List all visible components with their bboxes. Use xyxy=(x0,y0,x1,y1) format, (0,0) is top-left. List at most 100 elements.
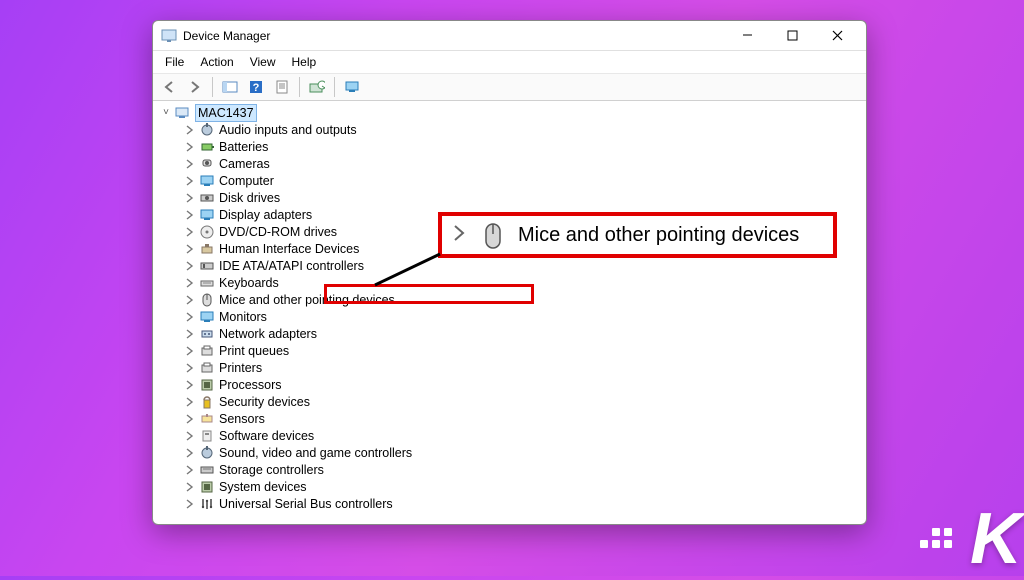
tree-item-label: DVD/CD-ROM drives xyxy=(219,224,337,240)
tree-item[interactable]: Storage controllers xyxy=(183,462,860,478)
help-button[interactable]: ? xyxy=(244,76,268,98)
tree-item-label: Print queues xyxy=(219,343,289,359)
tree-item-label: Mice and other pointing devices xyxy=(219,292,395,308)
menu-file[interactable]: File xyxy=(157,53,192,71)
tree-item-label: Sensors xyxy=(219,411,265,427)
device-icon xyxy=(199,360,215,376)
chevron-right-icon[interactable] xyxy=(183,242,197,256)
chevron-right-icon[interactable] xyxy=(183,191,197,205)
tree-item[interactable]: Software devices xyxy=(183,428,860,444)
tree-item[interactable]: Universal Serial Bus controllers xyxy=(183,496,860,512)
scan-hardware-button[interactable] xyxy=(305,76,329,98)
chevron-right-icon[interactable] xyxy=(183,157,197,171)
tree-item[interactable]: Network adapters xyxy=(183,326,860,342)
tree-item-label: Batteries xyxy=(219,139,268,155)
device-icon xyxy=(199,428,215,444)
chevron-right-icon[interactable] xyxy=(183,378,197,392)
tree-item[interactable]: Keyboards xyxy=(183,275,860,291)
tree-item[interactable]: Security devices xyxy=(183,394,860,410)
chevron-right-icon[interactable] xyxy=(183,446,197,460)
tree-item-label: Keyboards xyxy=(219,275,279,291)
forward-button[interactable] xyxy=(183,76,207,98)
chevron-right-icon[interactable] xyxy=(183,497,197,511)
tree-item[interactable]: Computer xyxy=(183,173,860,189)
tree-item[interactable]: Monitors xyxy=(183,309,860,325)
device-icon xyxy=(199,122,215,138)
device-icon xyxy=(199,224,215,240)
tree-item[interactable]: Cameras xyxy=(183,156,860,172)
tree-item[interactable]: Sound, video and game controllers xyxy=(183,445,860,461)
titlebar: Device Manager xyxy=(153,21,866,51)
menu-help[interactable]: Help xyxy=(284,53,325,71)
tree-item-label: Human Interface Devices xyxy=(219,241,359,257)
tree-item-label: Cameras xyxy=(219,156,270,172)
chevron-right-icon[interactable] xyxy=(183,327,197,341)
chevron-right-icon[interactable] xyxy=(183,293,197,307)
chevron-right-icon[interactable] xyxy=(183,123,197,137)
chevron-right-icon[interactable] xyxy=(183,395,197,409)
maximize-button[interactable] xyxy=(770,22,815,50)
device-manager-window: Device Manager File Action View Help ? ˅… xyxy=(152,20,867,525)
chevron-right-icon xyxy=(452,224,466,247)
chevron-right-icon[interactable] xyxy=(183,429,197,443)
chevron-right-icon[interactable] xyxy=(183,310,197,324)
device-icon xyxy=(199,394,215,410)
devices-and-printers-button[interactable] xyxy=(340,76,364,98)
chevron-right-icon[interactable] xyxy=(183,361,197,375)
tree-item[interactable]: Printers xyxy=(183,360,860,376)
device-icon xyxy=(199,190,215,206)
tree-item[interactable]: Batteries xyxy=(183,139,860,155)
tree-item[interactable]: Mice and other pointing devices xyxy=(183,292,860,308)
root-label: MAC1437 xyxy=(195,104,257,122)
callout-label: Mice and other pointing devices xyxy=(518,224,799,247)
device-icon xyxy=(199,462,215,478)
watermark-logo: K xyxy=(970,498,1018,580)
computer-icon xyxy=(175,105,191,121)
device-icon xyxy=(199,326,215,342)
menu-view[interactable]: View xyxy=(242,53,284,71)
device-icon xyxy=(199,156,215,172)
app-icon xyxy=(161,28,177,44)
device-icon xyxy=(199,139,215,155)
tree-item-label: Monitors xyxy=(219,309,267,325)
tree-item[interactable]: Sensors xyxy=(183,411,860,427)
tree-item-label: Network adapters xyxy=(219,326,317,342)
tree-item-label: Security devices xyxy=(219,394,310,410)
device-icon xyxy=(199,292,215,308)
window-title: Device Manager xyxy=(183,29,270,43)
tree-item[interactable]: Disk drives xyxy=(183,190,860,206)
tree-item-label: Display adapters xyxy=(219,207,312,223)
device-icon xyxy=(199,309,215,325)
device-icon xyxy=(199,241,215,257)
tree-item[interactable]: IDE ATA/ATAPI controllers xyxy=(183,258,860,274)
device-icon xyxy=(199,496,215,512)
device-icon xyxy=(199,445,215,461)
device-icon xyxy=(199,173,215,189)
tree-item[interactable]: Processors xyxy=(183,377,860,393)
show-hide-tree-button[interactable] xyxy=(218,76,242,98)
tree-item-label: Computer xyxy=(219,173,274,189)
chevron-right-icon[interactable] xyxy=(183,344,197,358)
chevron-right-icon[interactable] xyxy=(183,276,197,290)
close-button[interactable] xyxy=(815,22,860,50)
chevron-right-icon[interactable] xyxy=(183,225,197,239)
chevron-right-icon[interactable] xyxy=(183,412,197,426)
menu-action[interactable]: Action xyxy=(192,53,241,71)
chevron-right-icon[interactable] xyxy=(183,480,197,494)
device-icon xyxy=(199,377,215,393)
tree-item[interactable]: System devices xyxy=(183,479,860,495)
chevron-right-icon[interactable] xyxy=(183,259,197,273)
chevron-right-icon[interactable] xyxy=(183,463,197,477)
properties-button[interactable] xyxy=(270,76,294,98)
minimize-button[interactable] xyxy=(725,22,770,50)
chevron-right-icon[interactable] xyxy=(183,140,197,154)
tree-root[interactable]: ˅ MAC1437 xyxy=(159,105,860,121)
expander-icon[interactable]: ˅ xyxy=(159,106,173,120)
device-icon xyxy=(199,207,215,223)
tree-item[interactable]: Print queues xyxy=(183,343,860,359)
device-tree[interactable]: ˅ MAC1437 Audio inputs and outputsBatter… xyxy=(153,101,866,524)
tree-item[interactable]: Audio inputs and outputs xyxy=(183,122,860,138)
chevron-right-icon[interactable] xyxy=(183,174,197,188)
back-button[interactable] xyxy=(157,76,181,98)
chevron-right-icon[interactable] xyxy=(183,208,197,222)
